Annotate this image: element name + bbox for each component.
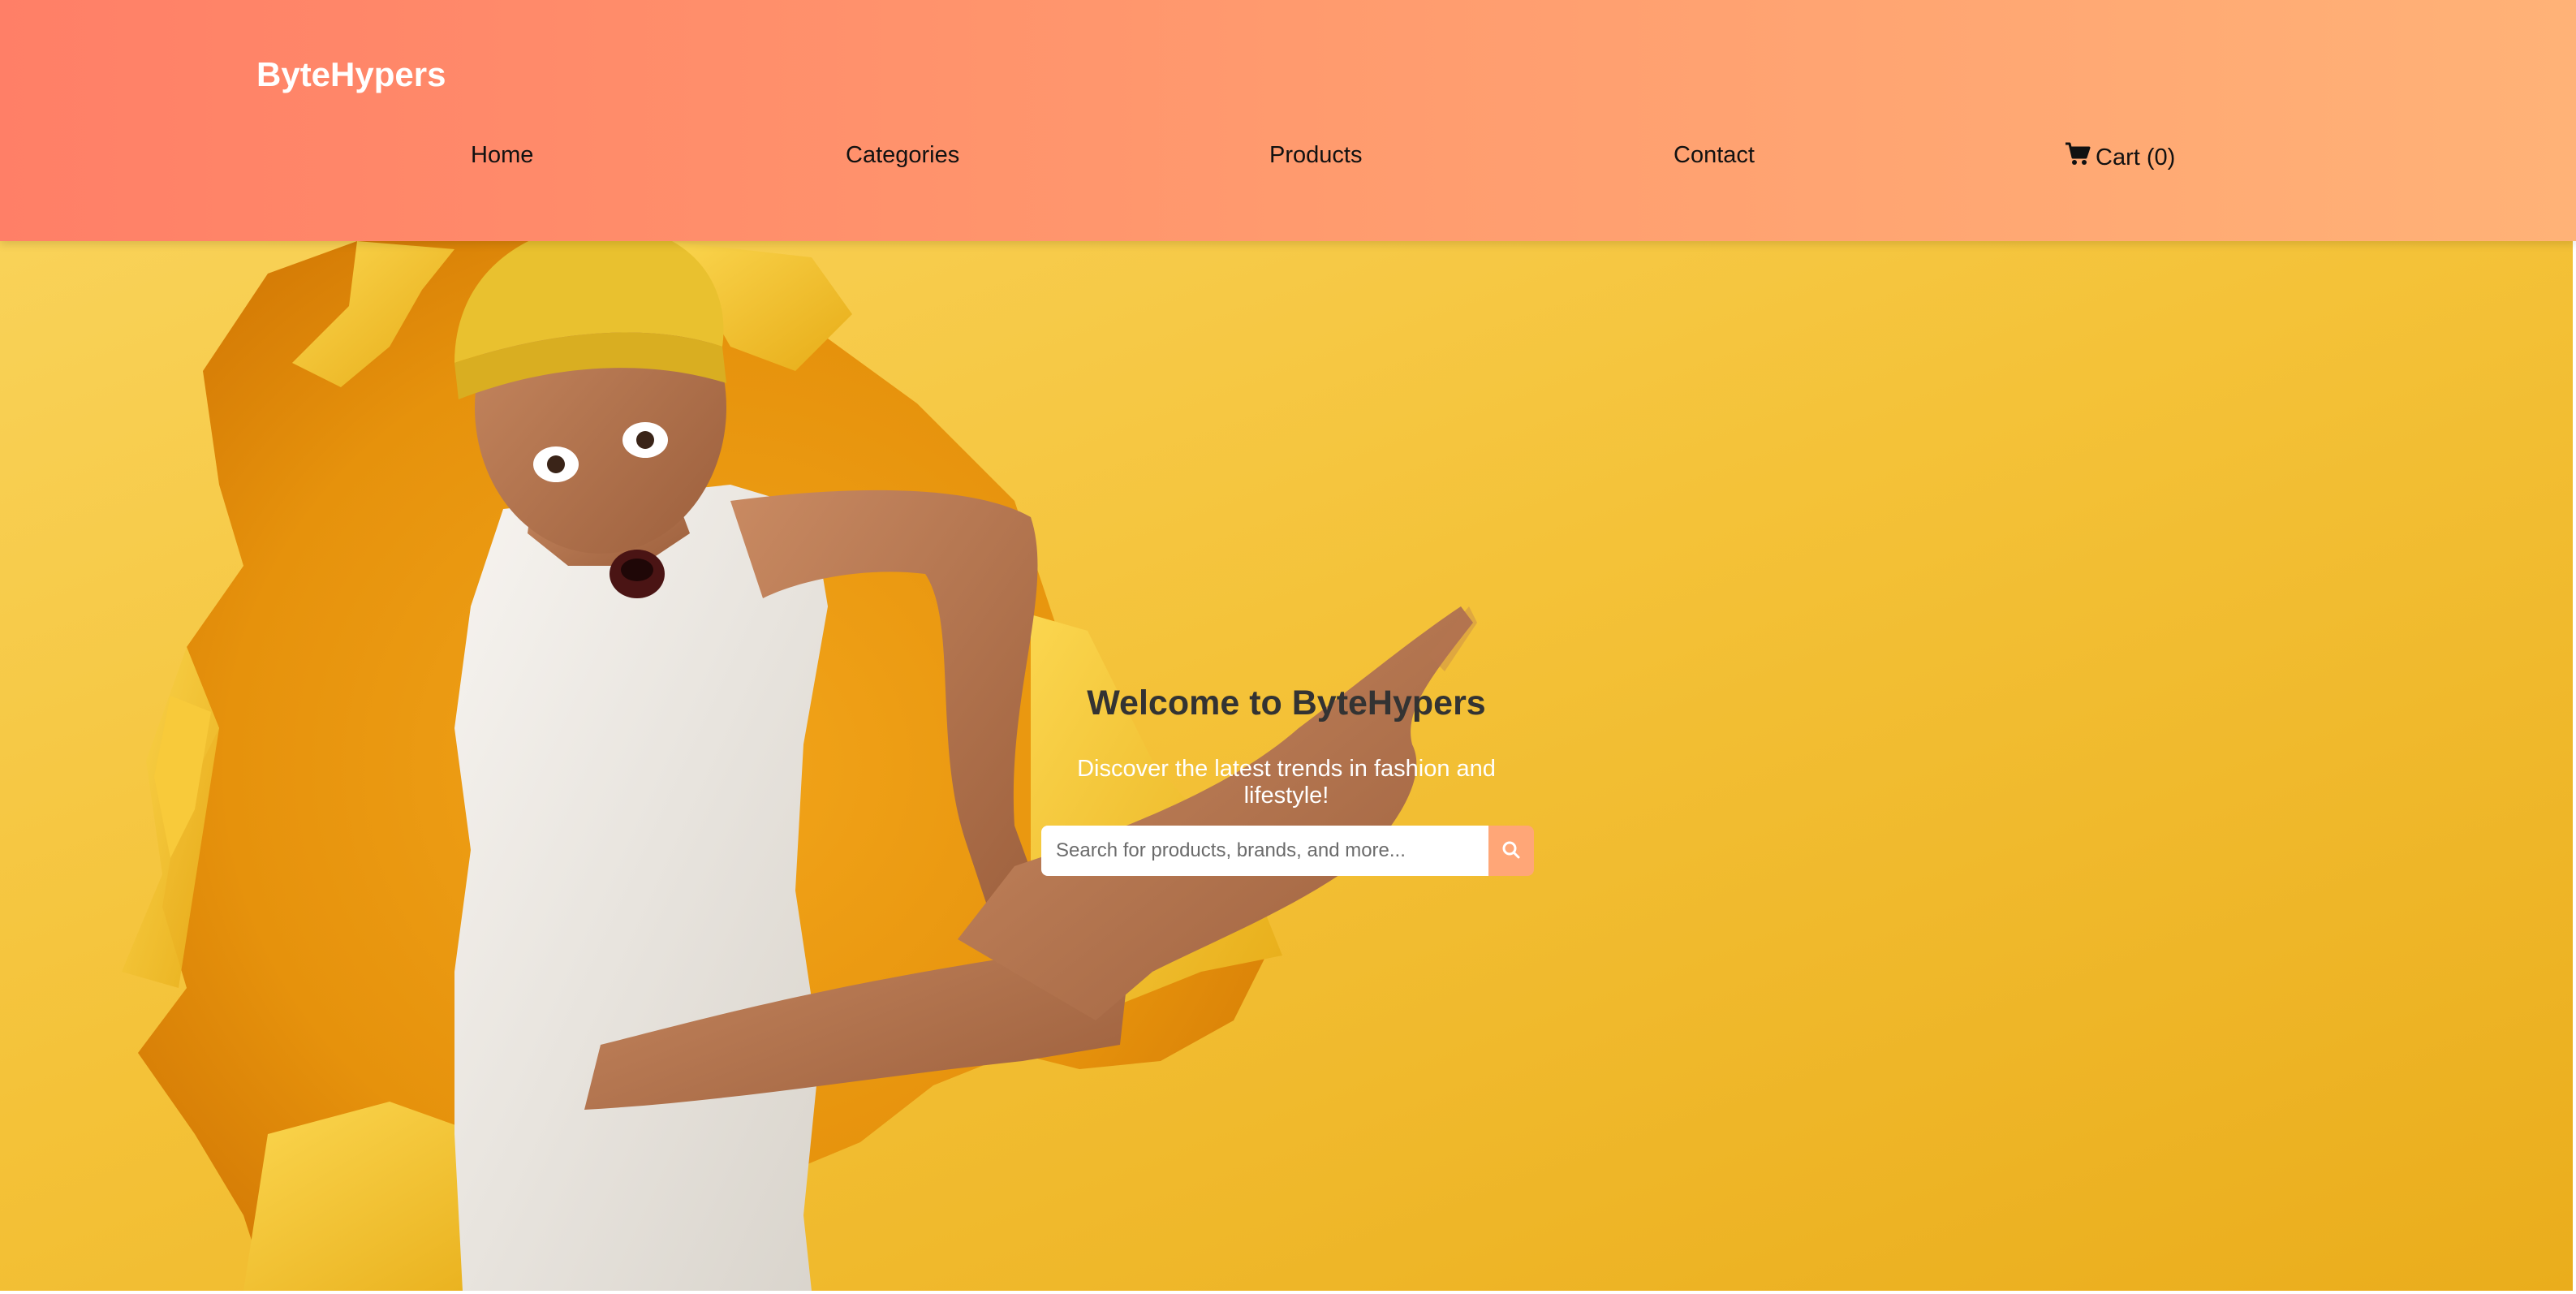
site-header: ByteHypers Home Categories Products Cont…	[0, 0, 2576, 241]
cart-icon	[2065, 142, 2091, 173]
nav-home[interactable]: Home	[471, 142, 533, 169]
nav-contact[interactable]: Contact	[1674, 142, 1755, 169]
page-bottom-divider	[0, 1291, 2576, 1294]
hero-section: Welcome to ByteHypers Discover the lates…	[0, 241, 2573, 1291]
search-bar	[1041, 826, 1534, 876]
nav-cart[interactable]: Cart (0)	[2065, 142, 2175, 173]
hero-title: Welcome to ByteHypers	[1087, 684, 1486, 722]
hero-subtitle: Discover the latest trends in fashion an…	[1077, 756, 1496, 809]
nav-products[interactable]: Products	[1269, 142, 1362, 169]
hero-content: Welcome to ByteHypers Discover the lates…	[1039, 684, 1534, 876]
search-icon	[1501, 840, 1521, 862]
brand-logo[interactable]: ByteHypers	[256, 55, 446, 94]
search-input[interactable]	[1041, 826, 1488, 876]
nav-categories[interactable]: Categories	[846, 142, 959, 169]
main-nav: Home Categories Products Contact Cart (0…	[0, 142, 2576, 175]
search-button[interactable]	[1488, 826, 1534, 876]
cart-label: Cart (0)	[2096, 144, 2176, 170]
